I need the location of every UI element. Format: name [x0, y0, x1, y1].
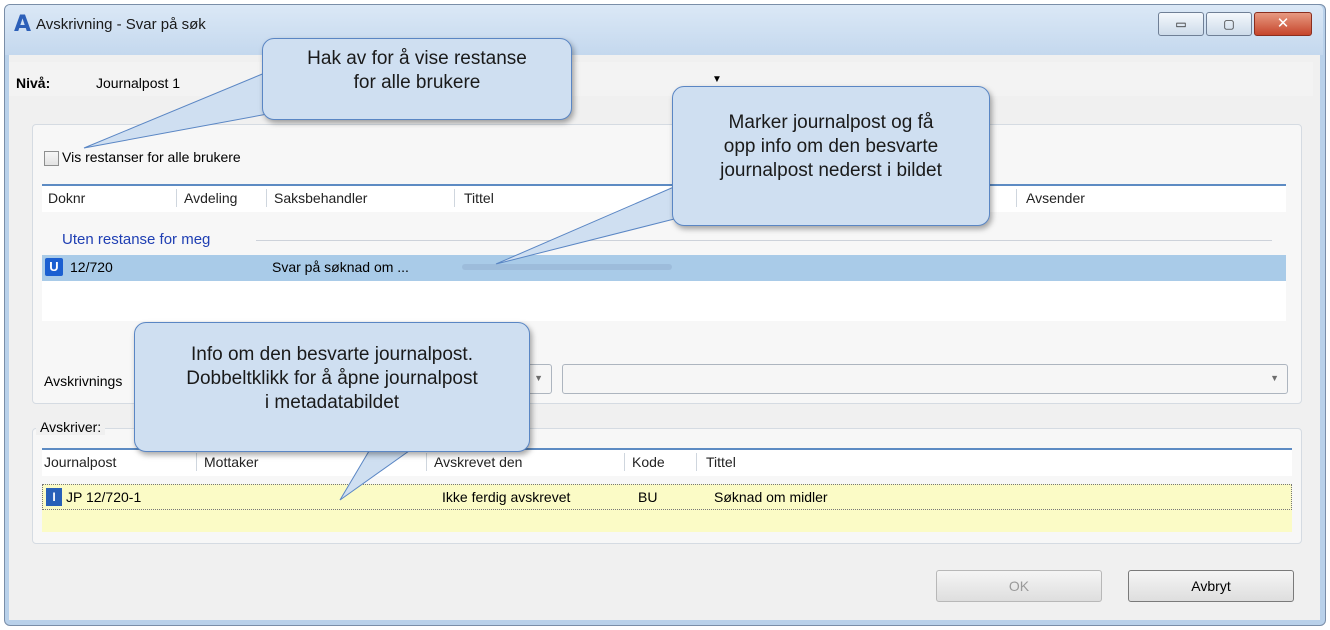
callout-line: opp info om den besvarte [723, 136, 939, 157]
pointer-shadow [462, 264, 672, 270]
callout-line: for alle brukere [353, 72, 481, 93]
callout-line: Hak av for å vise restanse [307, 48, 527, 69]
callout-line: journalpost nederst i bildet [720, 160, 942, 181]
callout-line: i metadatabildet [264, 392, 400, 413]
callout-line: Marker journalpost og få [728, 112, 934, 133]
callout-line: Info om den besvarte journalpost. [190, 344, 473, 365]
callout-pointer [339, 445, 418, 501]
callout-line: Dobbeltklikk for å åpne journalpost [186, 368, 478, 389]
callout-mark-journalpost: Marker journalpost og få opp info om den… [672, 86, 990, 226]
callout-info: Info om den besvarte journalpost. Dobbel… [134, 322, 530, 452]
callout-pointers [83, 69, 711, 501]
callout-show-all: Hak av for å vise restanse for alle bruk… [262, 38, 572, 120]
